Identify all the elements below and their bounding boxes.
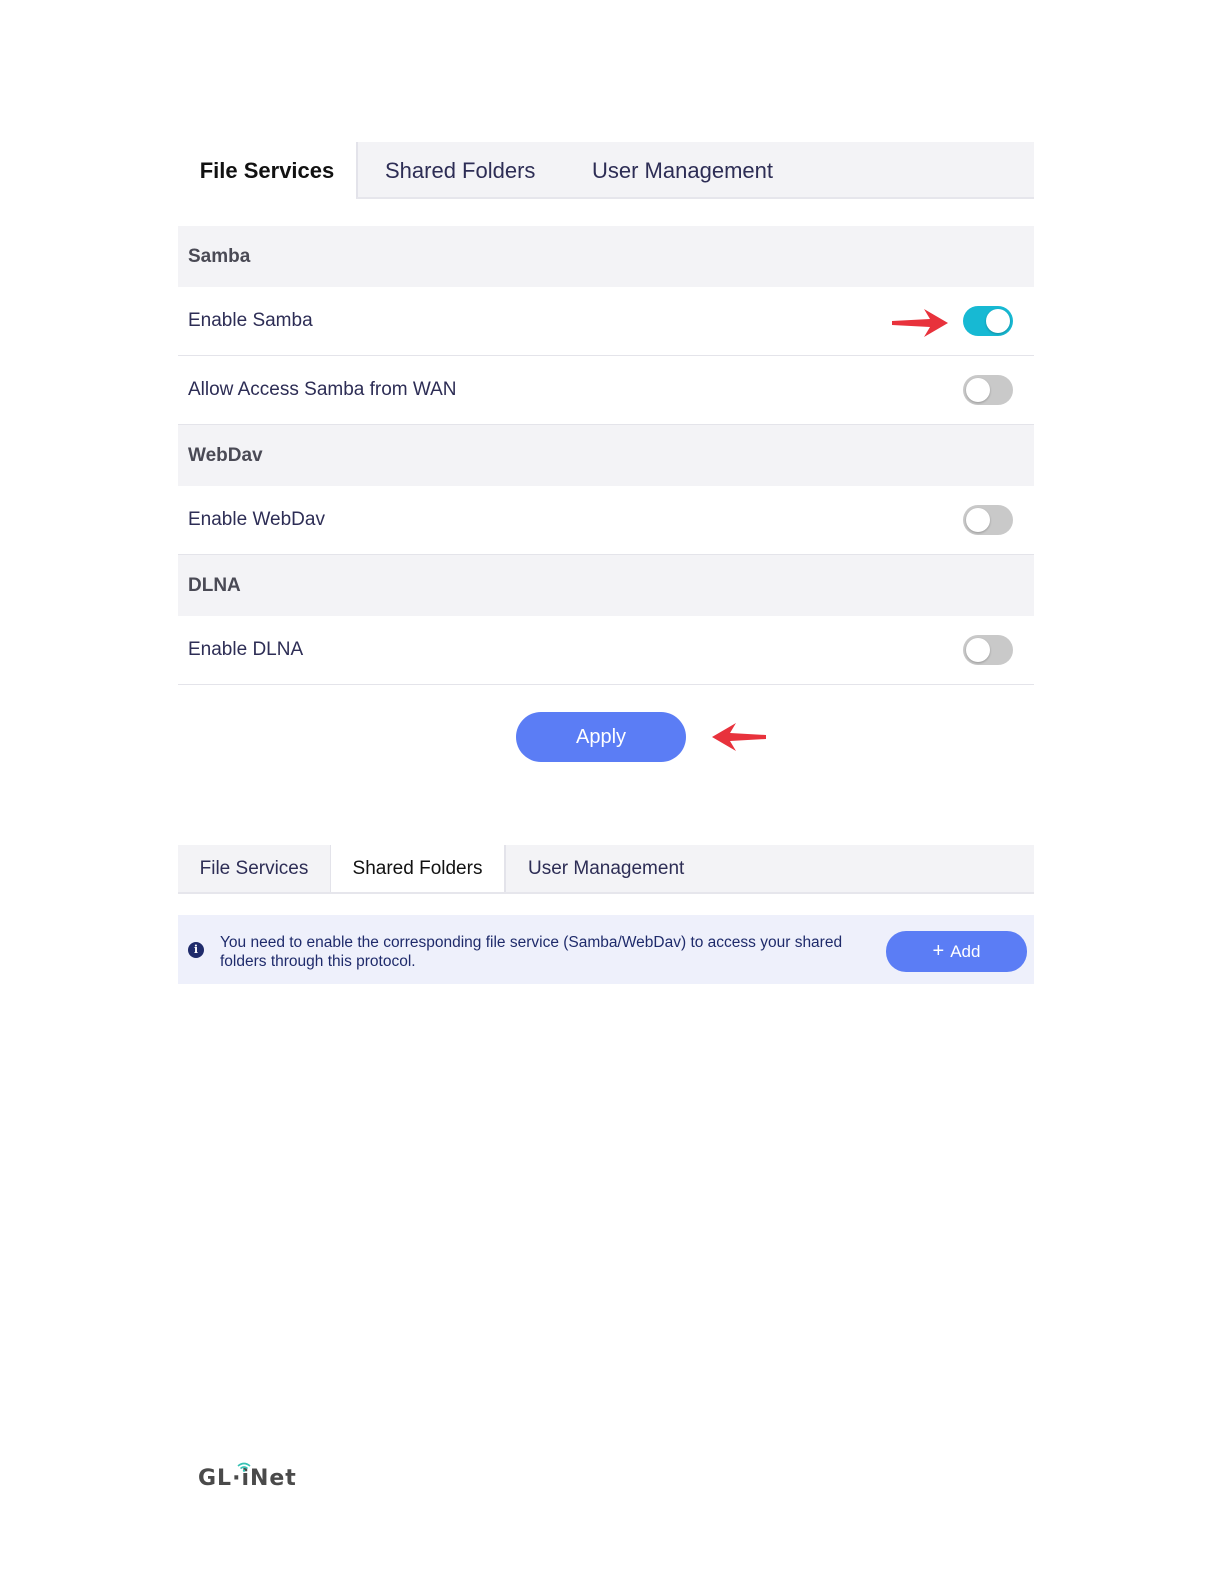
- section-header-samba: Samba: [178, 226, 1034, 287]
- section-title: DLNA: [188, 575, 241, 596]
- add-button-label: Add: [950, 942, 981, 961]
- enable-samba-toggle[interactable]: [963, 306, 1013, 336]
- plus-icon: +: [932, 940, 945, 962]
- setting-row-enable-dlna: Enable DLNA: [178, 616, 1034, 685]
- info-message: You need to enable the corresponding fil…: [220, 934, 843, 970]
- tab-shared-folders[interactable]: Shared Folders: [385, 142, 535, 199]
- enable-dlna-toggle[interactable]: [963, 635, 1013, 665]
- apply-button[interactable]: Apply: [516, 712, 686, 762]
- toggle-knob: [966, 638, 990, 662]
- tab-user-management[interactable]: User Management: [592, 142, 773, 199]
- arrow-right-icon: [892, 309, 948, 337]
- tab-file-services[interactable]: File Services: [178, 142, 356, 199]
- tab-shared-folders[interactable]: Shared Folders: [331, 845, 506, 892]
- setting-label: Allow Access Samba from WAN: [188, 379, 457, 400]
- toggle-knob: [966, 378, 990, 402]
- setting-row-samba-wan: Allow Access Samba from WAN: [178, 356, 1034, 425]
- enable-webdav-toggle[interactable]: [963, 505, 1013, 535]
- add-folder-button[interactable]: + Add: [886, 931, 1027, 972]
- samba-wan-toggle[interactable]: [963, 375, 1013, 405]
- section-title: Samba: [188, 246, 251, 267]
- tab-user-management[interactable]: User Management: [528, 845, 684, 892]
- gl-inet-logo: GL·iNet: [198, 1462, 297, 1498]
- shared-folders-info-bar: i You need to enable the corresponding f…: [178, 915, 1034, 984]
- setting-row-enable-webdav: Enable WebDav: [178, 486, 1034, 555]
- tab-file-services[interactable]: File Services: [178, 845, 332, 892]
- section-header-webdav: WebDav: [178, 425, 1034, 486]
- top-tab-bar: File Services Shared Folders User Manage…: [178, 142, 1034, 199]
- arrow-left-icon: [712, 723, 766, 751]
- info-icon: i: [188, 942, 204, 958]
- wifi-icon: [237, 1462, 251, 1472]
- section-title: WebDav: [188, 445, 263, 466]
- setting-label: Enable Samba: [188, 310, 313, 331]
- setting-label: Enable DLNA: [188, 639, 304, 660]
- setting-label: Enable WebDav: [188, 509, 325, 530]
- toggle-knob: [966, 508, 990, 532]
- logo-text-left: GL·: [198, 1466, 242, 1491]
- toggle-knob: [986, 309, 1010, 333]
- section-header-dlna: DLNA: [178, 555, 1034, 616]
- bottom-tab-bar: File Services Shared Folders User Manage…: [178, 845, 1034, 894]
